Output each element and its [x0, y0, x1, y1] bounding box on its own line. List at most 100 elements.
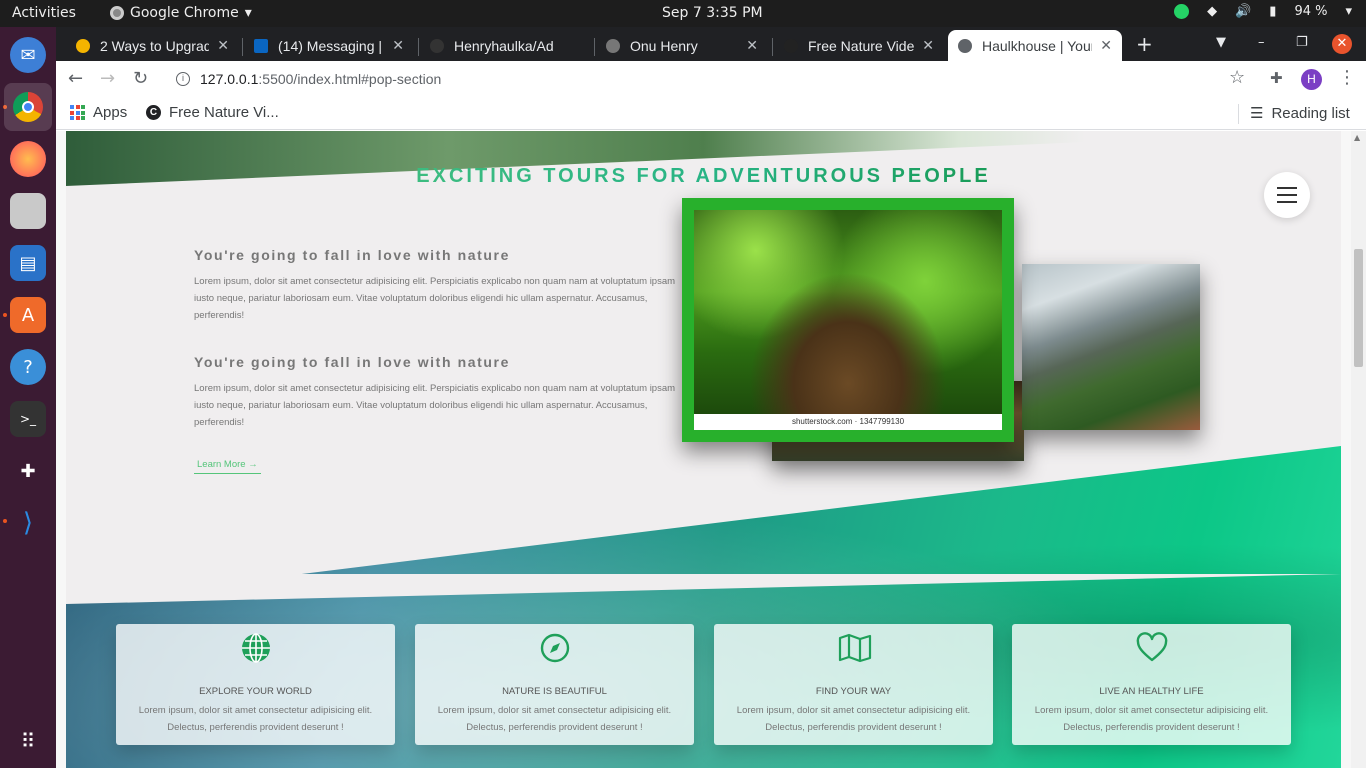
tab-github[interactable]: Henryhaulka/Ad: [420, 30, 590, 61]
photo-caption: shutterstock.com · 1347799130: [694, 414, 1002, 430]
section1-text: Lorem ipsum, dolor sit amet consectetur …: [194, 276, 676, 321]
help-icon[interactable]: ?: [10, 349, 46, 385]
section2-title: You're going to fall in love with nature: [194, 354, 510, 370]
chrome-icon[interactable]: [4, 83, 52, 131]
reading-list-button[interactable]: ☰ Reading list: [1250, 104, 1350, 123]
page-scrollbar[interactable]: ▲: [1351, 131, 1366, 768]
chrome-small-icon: [110, 6, 124, 20]
new-tab-button[interactable]: +: [1136, 32, 1153, 56]
bookmark-star-icon[interactable]: ☆: [1229, 67, 1245, 88]
github-icon: [430, 38, 444, 53]
feature-text: Lorem ipsum, dolor sit amet consectetur …: [1034, 705, 1269, 733]
terminal-icon[interactable]: >_: [10, 401, 46, 437]
close-icon[interactable]: ✕: [922, 37, 934, 54]
feature-title: FIND YOUR WAY: [815, 686, 892, 697]
feature-text: Lorem ipsum, dolor sit amet consectetur …: [736, 705, 971, 733]
tab-strip: 2 Ways to Upgrade ✕ (14) Messaging | ✕ Hen…: [56, 27, 1366, 61]
chevron-down-icon: ▾: [1345, 4, 1352, 19]
tab-search-icon[interactable]: ▼: [1216, 35, 1226, 50]
tab-free-nature[interactable]: Free Nature Videos✕: [774, 30, 944, 61]
web-page: EXCITING TOURS FOR ADVENTUROUS PEOPLE Yo…: [66, 131, 1341, 768]
linkedin-icon: [254, 38, 268, 53]
wifi-icon: ◆: [1207, 4, 1218, 19]
tab-haulkhouse[interactable]: Haulkhouse | Your ✕: [948, 30, 1122, 61]
scroll-up-icon[interactable]: ▲: [1354, 133, 1360, 142]
back-button[interactable]: ←: [68, 68, 83, 89]
feature-title: NATURE IS BEAUTIFUL: [502, 686, 607, 697]
section2-text: Lorem ipsum, dolor sit amet consectetur …: [194, 383, 676, 428]
battery-percent: 94 %: [1294, 4, 1328, 19]
tab-messaging[interactable]: (14) Messaging | ✕: [244, 30, 414, 61]
tour-photo-mountain[interactable]: [1022, 264, 1200, 430]
chrome-menu-icon[interactable]: ⋮: [1338, 67, 1356, 88]
feature-text: Lorem ipsum, dolor sit amet consectetur …: [138, 705, 373, 733]
globe-icon: [242, 633, 270, 663]
section-heading: EXCITING TOURS FOR ADVENTUROUS PEOPLE: [66, 165, 1341, 188]
page-viewport: EXCITING TOURS FOR ADVENTUROUS PEOPLE Yo…: [56, 131, 1366, 768]
tab-onu-henry[interactable]: Onu Henry ✕: [596, 30, 768, 61]
close-icon[interactable]: ✕: [746, 37, 758, 54]
bookmarks-bar: Apps C Free Nature Vi... ☰ Reading list: [56, 97, 1366, 130]
files-icon[interactable]: [10, 193, 46, 229]
extensions-icon[interactable]: ✚: [1270, 69, 1283, 87]
url-host: 127.0.0.1: [200, 71, 259, 87]
dock: ✉ ▤ A ? >_ ✚ ⟩ ⠿: [0, 27, 56, 768]
map-icon: [838, 633, 872, 663]
vscode-icon[interactable]: ⟩: [10, 505, 46, 541]
reload-button[interactable]: ↻: [133, 68, 148, 89]
writer-icon[interactable]: ▤: [10, 245, 46, 281]
tab-upgrade[interactable]: 2 Ways to Upgrade ✕: [66, 30, 239, 61]
browser-toolbar: ← → ↻ i 127.0.0.1 :5500/index.html#pop-s…: [56, 61, 1366, 97]
forest-image: [694, 210, 1002, 414]
compass-icon: [540, 633, 570, 663]
tour-photo-forest[interactable]: shutterstock.com · 1347799130: [682, 198, 1014, 442]
feature-title: LIVE AN HEALTHY LIFE: [1099, 686, 1204, 697]
system-top-bar: Activities Google Chrome ▾ Sep 7 3:35 PM…: [0, 0, 1366, 27]
section1-title: You're going to fall in love with nature: [194, 247, 510, 263]
firefox-icon[interactable]: [10, 141, 46, 177]
app-grid-icon[interactable]: ⠿: [10, 723, 46, 759]
apps-bookmark[interactable]: Apps: [70, 104, 127, 121]
thunderbird-icon[interactable]: ✉: [10, 37, 46, 73]
clock[interactable]: Sep 7 3:35 PM: [662, 5, 763, 21]
chevron-down-icon: ▾: [244, 5, 252, 21]
maximize-button[interactable]: ❐: [1296, 35, 1308, 50]
feature-card-healthy: LIVE AN HEALTHY LIFE Lorem ipsum, dolor …: [1012, 624, 1291, 745]
forward-button[interactable]: →: [100, 68, 115, 89]
close-icon[interactable]: ✕: [392, 37, 404, 54]
address-bar[interactable]: i 127.0.0.1 :5500/index.html#pop-section: [166, 65, 1256, 93]
tab-favicon-icon: [784, 38, 798, 53]
reading-list-icon: ☰: [1250, 105, 1264, 122]
info-icon[interactable]: i: [176, 72, 190, 86]
globe-favicon-icon: [958, 38, 972, 53]
close-icon[interactable]: ✕: [217, 37, 229, 54]
battery-icon: ▮: [1269, 4, 1277, 19]
minimize-button[interactable]: –: [1258, 35, 1265, 50]
close-window-button[interactable]: ✕: [1332, 34, 1352, 54]
url-path: :5500/index.html#pop-section: [258, 71, 442, 87]
apps-grid-icon: [70, 105, 85, 120]
feature-card-find-way: FIND YOUR WAY Lorem ipsum, dolor sit ame…: [714, 624, 993, 745]
app-menu[interactable]: Google Chrome ▾: [110, 5, 252, 21]
whatsapp-icon[interactable]: [1174, 4, 1190, 19]
navigation-menu-button[interactable]: [1264, 172, 1310, 218]
profile-avatar[interactable]: H: [1301, 69, 1322, 90]
feature-text: Lorem ipsum, dolor sit amet consectetur …: [437, 705, 672, 733]
heart-icon: [1136, 632, 1168, 662]
scrollbar-thumb[interactable]: [1354, 249, 1363, 367]
volume-icon: 🔊: [1235, 4, 1252, 19]
bookmark-free-nature[interactable]: C Free Nature Vi...: [146, 104, 279, 121]
globe-favicon-icon: [606, 38, 620, 53]
slack-icon[interactable]: ✚: [10, 453, 46, 489]
software-icon[interactable]: A: [10, 297, 46, 333]
feature-card-nature: NATURE IS BEAUTIFUL Lorem ipsum, dolor s…: [415, 624, 694, 745]
tab-favicon-icon: [76, 38, 90, 53]
bookmark-favicon-icon: C: [146, 105, 161, 120]
close-icon[interactable]: ✕: [1100, 37, 1112, 54]
system-tray[interactable]: ◆ 🔊 ▮ 94 % ▾: [1174, 4, 1352, 19]
browser-window: 2 Ways to Upgrade ✕ (14) Messaging | ✕ Hen…: [56, 27, 1366, 768]
feature-card-explore: EXPLORE YOUR WORLD Lorem ipsum, dolor si…: [116, 624, 395, 745]
learn-more-link[interactable]: Learn More →: [194, 459, 261, 474]
activities-button[interactable]: Activities: [12, 5, 76, 21]
app-menu-label: Google Chrome: [130, 5, 239, 21]
